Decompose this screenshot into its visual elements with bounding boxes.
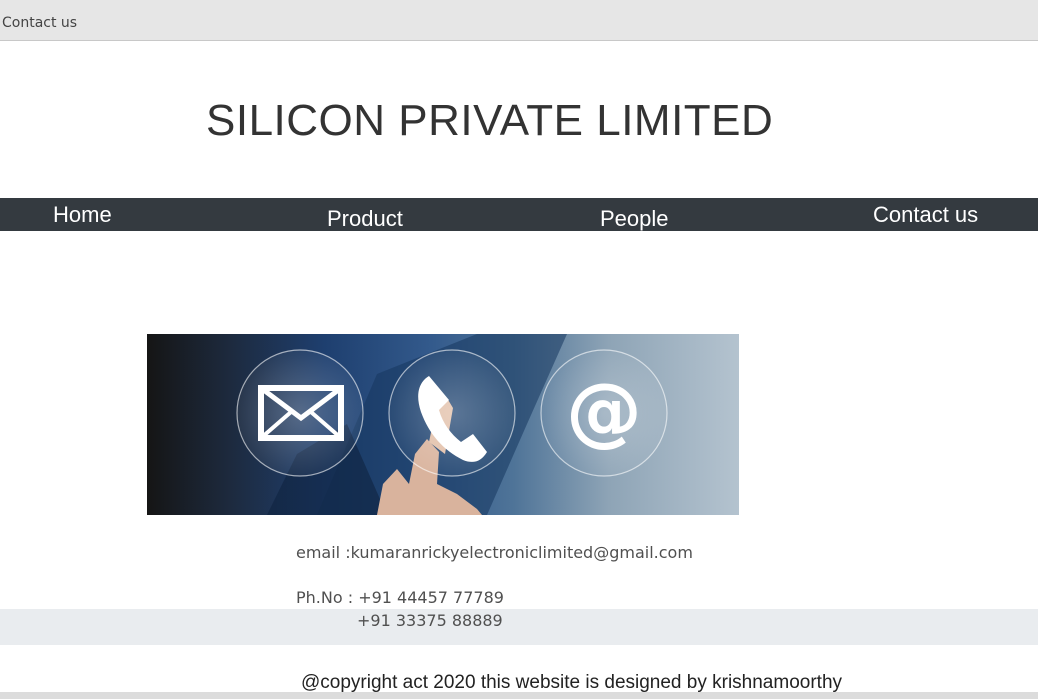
site-title: SILICON PRIVATE LIMITED bbox=[206, 96, 774, 145]
at-sign-icon: @ bbox=[566, 366, 642, 455]
browser-tab-title[interactable]: Contact us bbox=[2, 15, 77, 31]
contact-email-text: email :kumaranrickyelectroniclimited@gma… bbox=[296, 543, 693, 562]
contact-phone-text: Ph.No : +91 44457 77789 bbox=[296, 588, 504, 607]
nav-home-link[interactable]: Home bbox=[53, 202, 112, 228]
bottom-divider bbox=[0, 692, 1038, 699]
nav-contact-link[interactable]: Contact us bbox=[873, 202, 978, 228]
nav-people-link[interactable]: People bbox=[600, 206, 669, 232]
contact-banner-image: @ bbox=[147, 334, 739, 515]
contact-phone-secondary-text: +91 33375 88889 bbox=[357, 611, 503, 630]
browser-tab-bar: Contact us bbox=[0, 0, 1038, 41]
banner-illustration: @ bbox=[236, 334, 668, 515]
contact-info-band bbox=[0, 609, 1038, 645]
main-navbar: Home Product People Contact us bbox=[0, 198, 1038, 231]
footer-copyright: @copyright act 2020 this website is desi… bbox=[301, 672, 843, 693]
nav-product-link[interactable]: Product bbox=[327, 206, 403, 232]
